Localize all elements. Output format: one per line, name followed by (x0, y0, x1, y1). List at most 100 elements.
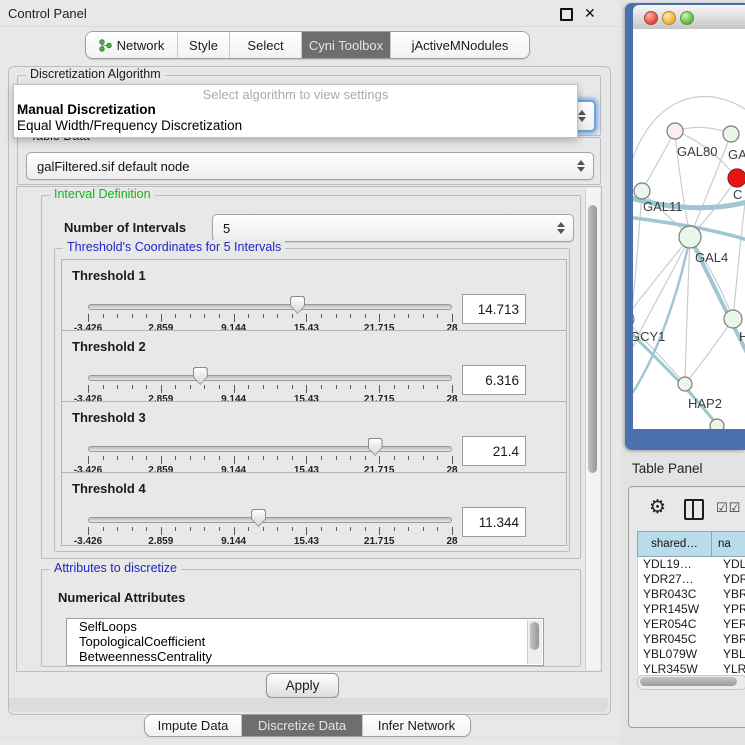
table-header-row: shared… na (637, 531, 745, 557)
panel-title: Control Panel (8, 6, 87, 21)
network-view-window[interactable]: GAL80GACGAL11GAL4GCY1HAHAP2 (625, 3, 745, 450)
table-row[interactable]: YBR045CYBR045C (638, 632, 745, 647)
right-pane: GAL80GACGAL11GAL4GCY1HAHAP2 Table Panel … (620, 0, 745, 745)
cell-name: YBR045C (716, 632, 745, 647)
tab-style[interactable]: Style (178, 32, 230, 58)
table-row[interactable]: YBL079WYBL079W (638, 647, 745, 662)
algorithm-prompt: Select algorithm to view settings (14, 87, 577, 102)
slider-track[interactable] (88, 304, 452, 310)
zoom-traffic-light[interactable] (680, 11, 694, 25)
table-data-combobox[interactable]: galFiltered.sif default node (26, 152, 594, 180)
table-row[interactable]: YER054CYER054C (638, 617, 745, 632)
numerical-attributes-label: Numerical Attributes (58, 590, 185, 605)
tick-label: 15.43 (294, 536, 319, 547)
control-panel: Control Panel ✕ Network StyleSelect Cyni T… (0, 0, 620, 745)
combo-arrows-icon (556, 222, 565, 234)
close-traffic-light[interactable] (644, 11, 658, 25)
tab-label: Infer Network (378, 718, 455, 733)
GAL4-node (679, 226, 701, 248)
table-row[interactable]: YLR345WYLR345W (638, 662, 745, 675)
threshold-row: Threshold 4-3.4262.8599.14415.4321.71528… (61, 472, 567, 546)
slider-handle[interactable] (290, 296, 305, 314)
threshold-value-field[interactable]: 14.713 (462, 294, 526, 324)
slider-track[interactable] (88, 517, 452, 523)
threshold-value-field[interactable]: 21.4 (462, 436, 526, 466)
slider-track[interactable] (88, 375, 452, 381)
svg-text:GAL11: GAL11 (643, 199, 683, 214)
GCY1-node (633, 311, 634, 327)
cell-shared-name: YER054C (638, 617, 716, 632)
apply-button[interactable]: Apply (266, 673, 339, 698)
tab-discretize-data[interactable]: Discretize Data (242, 715, 363, 736)
attributes-title: Attributes to discretize (50, 561, 181, 575)
close-icon[interactable]: ✕ (584, 5, 596, 22)
cell-shared-name: YLR345W (638, 662, 716, 675)
table-row[interactable]: YPR145WYPR145W (638, 602, 745, 617)
svg-text:HAP2: HAP2 (688, 396, 722, 411)
tab-select[interactable]: Select (230, 32, 302, 58)
threshold-value-field[interactable]: 11.344 (462, 507, 526, 537)
table-row[interactable]: YDR27…YDR27… (638, 572, 745, 587)
network-icon (99, 39, 112, 52)
attributes-section: Attributes to discretize Numerical Attri… (41, 569, 581, 667)
bottom-tab-bar: Impute DataDiscretize Data Infer Network (144, 714, 471, 737)
tab-label: jActiveMNodules (412, 38, 509, 53)
slider-ticks (88, 527, 452, 536)
threshold-row: Threshold 2-3.4262.8599.14415.4321.71528… (61, 330, 567, 404)
table-data-section: Table Data galFiltered.sif default node (17, 137, 601, 185)
tab-cyni-toolbox[interactable]: Cyni Toolbox (302, 32, 391, 58)
minimize-traffic-light[interactable] (662, 11, 676, 25)
tab-jactivemnodules[interactable]: jActiveMNodules (391, 32, 529, 58)
network-window-titlebar[interactable] (633, 5, 745, 30)
settings-scrollbar[interactable] (585, 188, 600, 670)
checkboxes-icon[interactable]: ☑☑ (716, 500, 741, 516)
network-canvas[interactable]: GAL80GACGAL11GAL4GCY1HAHAP2 (633, 29, 745, 429)
algorithm-option[interactable]: Equal Width/Frequency Discretization (17, 118, 242, 133)
tab-network[interactable]: Network (86, 32, 178, 58)
tab-label: Cyni Toolbox (309, 38, 383, 53)
right-mid-node (724, 310, 742, 328)
column-layout-icon[interactable] (684, 499, 704, 520)
slider-handle[interactable] (368, 438, 383, 456)
tab-label: Network (117, 38, 165, 53)
table-row[interactable]: YDL19…YDL19… (638, 557, 745, 572)
attributes-scrollbar[interactable] (527, 620, 542, 664)
algorithm-dropdown-popup: Select algorithm to view settings Manual… (13, 84, 578, 138)
combo-arrows-icon (576, 160, 585, 172)
slider-track[interactable] (88, 446, 452, 452)
cell-shared-name: YBR045C (638, 632, 716, 647)
slider-handle[interactable] (251, 509, 266, 527)
table-rows[interactable]: YDL19…YDL19…YDR27…YDR27…YBR043CYBR043CYP… (637, 557, 745, 675)
column-header-shared-name[interactable]: shared… (637, 531, 711, 557)
attribute-item[interactable]: SelfLoops (67, 619, 543, 634)
cell-shared-name: YBR043C (638, 587, 716, 602)
algorithm-option[interactable]: Manual Discretization (17, 102, 156, 117)
table-row[interactable]: YBR043CYBR043C (638, 587, 745, 602)
cell-name: YBR043C (716, 587, 745, 602)
tick-label: 9.144 (221, 536, 246, 547)
threshold-label: Threshold 4 (72, 481, 146, 496)
threshold-slider[interactable]: -3.4262.8599.14415.4321.71528 (88, 517, 452, 548)
control-panel-titlebar: Control Panel ✕ (0, 0, 620, 27)
slider-handle[interactable] (193, 367, 208, 385)
HAP2-node (678, 377, 692, 391)
column-header-name[interactable]: na (711, 531, 745, 557)
numerical-attributes-list[interactable]: SelfLoopsTopologicalCoefficientBetweenne… (66, 618, 544, 666)
tab-infer-network[interactable]: Infer Network (363, 715, 470, 736)
table-panel-toolbar: ⚙ ☑☑ (629, 487, 745, 531)
cell-name: YDL19… (716, 557, 745, 572)
table-panel-title: Table Panel (632, 461, 703, 476)
cell-name: YER054C (716, 617, 745, 632)
threshold-row: Threshold 1-3.4262.8599.14415.4321.71528… (61, 259, 567, 333)
number-of-intervals-combobox[interactable]: 5 (212, 214, 574, 242)
tab-impute-data[interactable]: Impute Data (145, 715, 242, 736)
gear-icon[interactable]: ⚙ (649, 496, 666, 519)
cell-name: YPR145W (716, 602, 745, 617)
float-window-icon[interactable] (560, 8, 573, 21)
number-of-intervals-label: Number of Intervals (64, 220, 186, 235)
threshold-value-field[interactable]: 6.316 (462, 365, 526, 395)
attribute-item[interactable]: TopologicalCoefficient (67, 634, 543, 649)
attribute-item[interactable]: BetweennessCentrality (67, 649, 543, 664)
tick-label: -3.426 (74, 536, 102, 547)
table-horizontal-scrollbar[interactable] (637, 675, 745, 690)
